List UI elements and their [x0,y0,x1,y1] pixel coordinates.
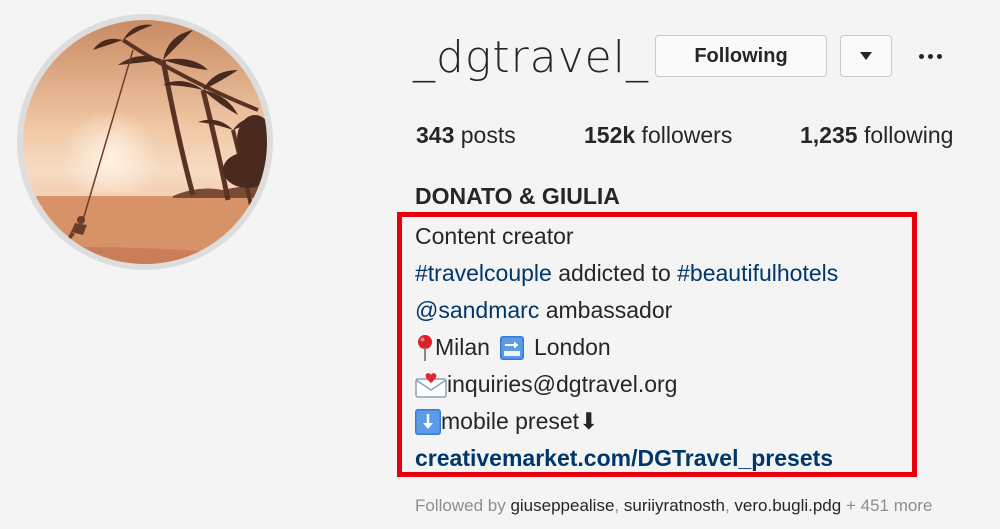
more-options-button[interactable] [913,42,947,70]
bio-line-3: @sandmarc ambassador [415,292,838,329]
bio-line-7: creativemarket.com/DGTravel_presets [415,440,838,477]
separator: , [614,496,624,515]
following-link[interactable]: 1,235 following [800,118,953,152]
bio-line-4: Milan London [415,329,838,366]
preset-text: mobile preset [441,408,580,434]
followers-link[interactable]: 152k followers [584,118,732,152]
posts-count: 343 posts [416,118,516,152]
bio-line-1: Content creator [415,218,838,255]
followers-number: 152k [584,122,636,148]
follower-name-2[interactable]: suriiyratnosth [624,496,725,515]
mention-sandmarc[interactable]: @sandmarc [415,292,539,329]
bio-text: Content creator [415,223,574,249]
following-number: 1,235 [800,122,858,148]
more-options-icon [918,53,924,59]
caret-down-icon [860,52,872,60]
hashtag-beautifulhotels[interactable]: #beautifulhotels [677,255,838,292]
followed-by-prefix: Followed by [415,496,511,515]
suggestions-dropdown-button[interactable] [840,35,892,77]
bio-text: ambassador [539,297,673,323]
city-from: Milan [435,334,490,360]
bio-line-5: inquiries@dgtravel.org [415,366,838,403]
followed-by-more[interactable]: + 451 more [841,496,932,515]
soon-arrow-icon [499,335,524,360]
bio-line-6: mobile preset ⬇ [415,403,838,440]
follower-name-1[interactable]: giuseppealise [510,496,614,515]
posts-number: 343 [416,122,455,148]
follower-name-3[interactable]: vero.bugli.pdg [734,496,841,515]
following-label: following [857,122,954,148]
following-button[interactable]: Following [655,35,827,77]
envelope-heart-icon [415,372,447,398]
followers-label: followers [635,122,733,148]
website-link[interactable]: creativemarket.com/DGTravel_presets [415,440,833,477]
full-name: DONATO & GIULIA [415,183,620,209]
username: _dgtravel_ [413,32,649,83]
round-pushpin-icon [418,334,432,361]
separator: , [724,496,735,515]
more-options-icon-dot [927,53,933,59]
more-options-icon-dot [936,53,942,59]
down-arrow-button-icon [415,408,441,435]
bio-text: addicted to [551,260,678,286]
profile-photo [23,20,267,264]
bio: Content creator #travelcouple addicted t… [415,218,838,477]
hashtag-travelcouple[interactable]: #travelcouple [415,255,552,292]
avatar[interactable] [23,20,267,264]
avatar-ring [17,14,273,270]
city-to: London [533,334,611,360]
followed-by: Followed by giuseppealise, suriiyratnost… [415,494,932,518]
posts-label: posts [454,122,516,148]
bio-line-2: #travelcouple addicted to #beautifulhote… [415,255,838,292]
email-address: inquiries@dgtravel.org [447,371,678,397]
down-arrow-glyph: ⬇ [579,408,599,434]
